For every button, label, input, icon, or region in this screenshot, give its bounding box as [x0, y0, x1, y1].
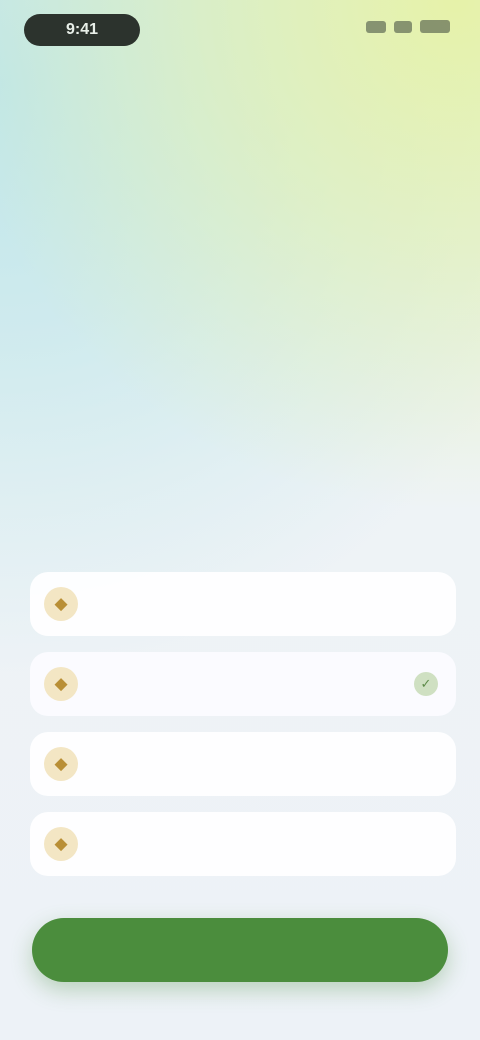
status-bar: 9:41 [0, 0, 480, 64]
wifi-icon [394, 20, 412, 33]
category-option[interactable]: ◆ [30, 812, 456, 876]
status-time: 9:41 [24, 14, 140, 46]
status-icons [366, 20, 450, 33]
signal-icon [366, 20, 386, 33]
category-option[interactable]: ◆ ✓ [30, 652, 456, 716]
continue-button[interactable] [32, 918, 448, 982]
category-icon: ◆ [44, 747, 78, 781]
battery-icon [420, 20, 450, 33]
category-list: ◆ ◆ ✓ ◆ ◆ [30, 572, 456, 892]
check-icon: ✓ [414, 672, 438, 696]
category-icon: ◆ [44, 827, 78, 861]
category-option[interactable]: ◆ [30, 572, 456, 636]
category-option[interactable]: ◆ [30, 732, 456, 796]
category-icon: ◆ [44, 587, 78, 621]
category-icon: ◆ [44, 667, 78, 701]
